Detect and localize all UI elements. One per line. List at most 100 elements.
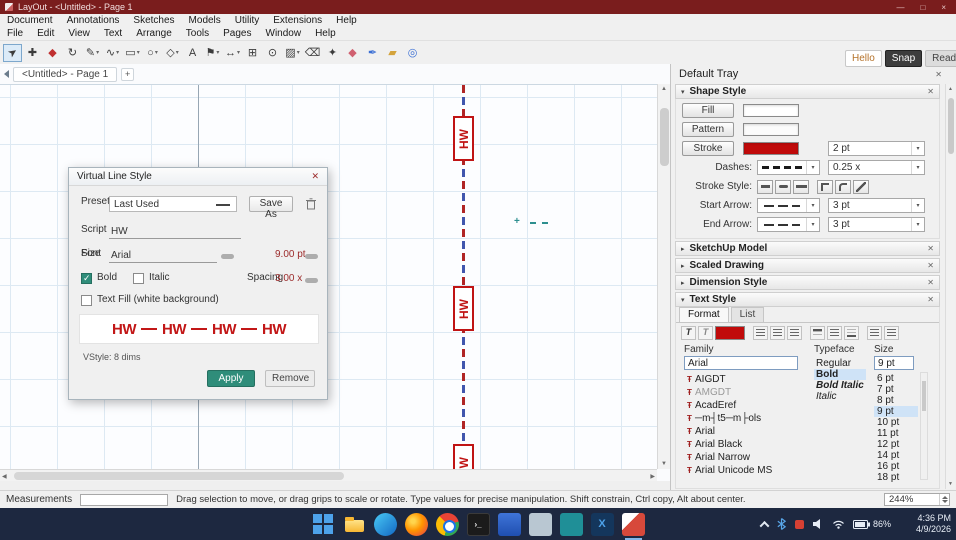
pen-tool[interactable]: ✒ (363, 44, 382, 62)
hw-label-box[interactable]: HW (453, 444, 474, 469)
taskbar-clock[interactable]: 4:36 PM 4/9/2026 (899, 513, 951, 536)
menu-item[interactable]: Annotations (60, 15, 127, 26)
firefox-browser-icon[interactable] (405, 513, 428, 536)
minimize-button[interactable]: — (896, 3, 904, 12)
dropper-tool[interactable]: ✦ (323, 44, 342, 62)
shape-style-close-button[interactable]: ✕ (927, 87, 934, 96)
hw-label-box[interactable]: HW (453, 286, 474, 331)
size-item[interactable]: 11 pt (874, 428, 918, 439)
tray-scrollbar[interactable] (945, 84, 955, 489)
cap-round-button[interactable] (775, 180, 791, 194)
scaled-drawing-header[interactable]: Scaled Drawing ✕ (675, 258, 940, 273)
size-stepper[interactable] (305, 254, 318, 259)
x-app-icon[interactable]: X (591, 513, 614, 536)
font-item[interactable]: ─m┤t5─m├ols (684, 412, 808, 425)
font-item[interactable]: AMGDT (684, 386, 808, 399)
save-as-button[interactable]: Save As (249, 196, 293, 212)
measurements-input[interactable] (80, 494, 168, 506)
highlighter-tool[interactable]: ▰ (383, 44, 402, 62)
size-item[interactable]: 12 pt (874, 439, 918, 450)
font-item[interactable]: Arial (684, 425, 808, 438)
text-fill-checkbox[interactable] (81, 295, 92, 306)
hello-button[interactable]: Hello (845, 50, 882, 67)
scrollbar-thumb[interactable] (14, 472, 344, 480)
pattern-button[interactable]: Pattern (682, 122, 734, 137)
spacing-stepper[interactable] (305, 278, 318, 283)
marker-eraser-tool[interactable]: ◆ (343, 44, 362, 62)
size-item[interactable]: 8 pt (874, 395, 918, 406)
text-style-close-button[interactable]: ✕ (927, 295, 934, 304)
dashes-dropdown[interactable] (757, 160, 820, 175)
menu-item[interactable]: Models (182, 15, 228, 26)
size-item[interactable]: 14 pt (874, 450, 918, 461)
typeface-item[interactable]: Bold Italic (814, 380, 866, 391)
close-button[interactable]: × (941, 3, 946, 12)
fill-swatch[interactable] (743, 104, 799, 117)
zoom-tool[interactable]: ◎ (403, 44, 422, 62)
layout-app-icon[interactable] (622, 513, 645, 536)
remove-button[interactable]: Remove (265, 370, 315, 387)
dash-scale-select[interactable]: 0.25 x (828, 160, 925, 175)
join-miter-button[interactable] (817, 180, 833, 194)
stroke-button[interactable]: Stroke (682, 141, 734, 156)
menu-item[interactable]: Utility (228, 15, 266, 26)
delete-preset-button[interactable] (303, 196, 319, 212)
text-style-header[interactable]: Text Style ✕ (675, 292, 940, 307)
notification-app-icon[interactable] (795, 520, 804, 529)
edge-browser-icon[interactable] (374, 513, 397, 536)
file-explorer-icon[interactable] (343, 513, 366, 536)
font-item[interactable]: AcadEref (684, 399, 808, 412)
menu-item[interactable]: Window (259, 28, 309, 39)
font-dropdown[interactable]: Arial (109, 248, 217, 263)
rotate-tool[interactable]: ↻ (63, 44, 82, 62)
align-center-icon[interactable] (770, 326, 785, 340)
sketchup-model-header[interactable]: SketchUp Model ✕ (675, 241, 940, 256)
menu-item[interactable]: Help (329, 15, 364, 26)
text-tool[interactable]: A (183, 44, 202, 62)
bluetooth-icon[interactable] (776, 517, 787, 531)
dimension-tool[interactable]: ↔ (223, 44, 242, 62)
scaled-drawing-close-button[interactable]: ✕ (927, 261, 934, 270)
start-arrow-size-select[interactable]: 3 pt (828, 198, 925, 213)
pattern-swatch[interactable] (743, 123, 799, 136)
preset-dropdown[interactable]: Last Used (109, 196, 237, 212)
shape-style-header[interactable]: Shape Style ✕ (675, 84, 940, 99)
script-input[interactable]: HW (109, 224, 241, 239)
zoom-control[interactable]: 244% (884, 493, 950, 506)
spacing-value[interactable]: 3.00 x (275, 273, 302, 284)
stroke-color-swatch[interactable] (743, 142, 799, 155)
start-button[interactable] (312, 513, 335, 536)
arc-tool[interactable]: ∿ (103, 44, 122, 62)
menu-item[interactable]: View (61, 28, 97, 39)
font-item[interactable]: Arial Unicode MS (684, 464, 808, 477)
chrome-browser-icon[interactable] (436, 513, 459, 536)
terminal-icon[interactable]: ›_ (467, 513, 490, 536)
zoom-spinner[interactable] (939, 494, 949, 505)
text-color-swatch[interactable] (715, 326, 745, 340)
stroke-width-select[interactable]: 2 pt (828, 141, 925, 156)
ready-button[interactable]: Ready (925, 50, 956, 67)
font-item[interactable]: Arial Black (684, 438, 808, 451)
circle-tool[interactable]: ○ (143, 44, 162, 62)
size-item[interactable]: 9 pt (874, 406, 918, 417)
add-page-button[interactable]: + (121, 68, 134, 81)
scrollbar-thumb[interactable] (922, 381, 926, 411)
app-blue-icon[interactable] (498, 513, 521, 536)
dialog-close-button[interactable]: ✕ (311, 171, 319, 182)
pattern-tool[interactable]: ▨ (283, 44, 302, 62)
speaker-icon[interactable] (812, 518, 824, 530)
font-item[interactable]: AIGDT (684, 373, 808, 386)
canvas-vertical-scrollbar[interactable] (657, 84, 670, 469)
menu-item[interactable]: Extensions (266, 15, 329, 26)
align-left-icon[interactable] (753, 326, 768, 340)
app-teal-icon[interactable] (560, 513, 583, 536)
page-prev-icon[interactable] (4, 70, 9, 78)
hw-label-box[interactable]: HW (453, 116, 474, 161)
eraser-tool[interactable]: ⌫ (303, 44, 322, 62)
size-item[interactable]: 18 pt (874, 472, 918, 483)
size-item[interactable]: 7 pt (874, 384, 918, 395)
bullet-list-icon[interactable] (867, 326, 882, 340)
typeface-item[interactable]: Regular (814, 358, 866, 369)
rectangle-tool[interactable]: ▭ (123, 44, 142, 62)
line-tool[interactable]: ✎ (83, 44, 102, 62)
